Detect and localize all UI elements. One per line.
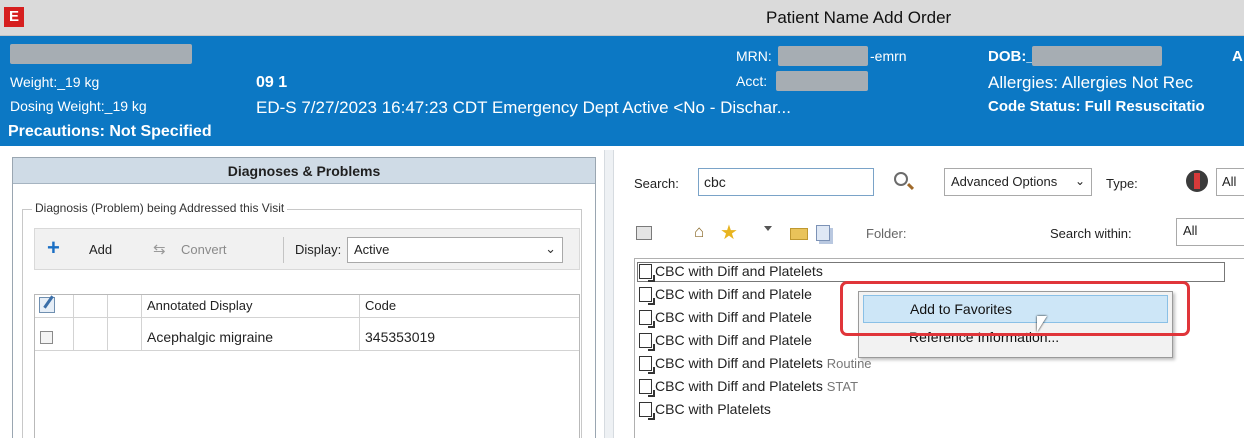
search-within-value: All: [1183, 223, 1198, 238]
order-sheet-icon: [639, 310, 655, 328]
mrn-label: MRN:: [736, 48, 772, 64]
result-name: CBC with Diff and Platelets: [655, 355, 823, 371]
grid-col-divider: [107, 295, 108, 350]
row-checkbox[interactable]: [40, 331, 53, 344]
result-priority: Routine: [826, 356, 872, 371]
result-priority: STAT: [826, 379, 859, 394]
search-within-select[interactable]: All: [1176, 218, 1244, 246]
app-icon: E: [4, 7, 24, 27]
grid-row-line: [35, 350, 579, 351]
dob-extra: A: [1232, 48, 1243, 65]
visit-info-text: ED-S 7/27/2023 16:47:23 CDT Emergency De…: [256, 98, 791, 117]
annotate-edit-icon[interactable]: [39, 297, 55, 313]
favorites-star-icon[interactable]: ★: [720, 220, 738, 245]
result-row[interactable]: CBC with Diff and Platelets STAT: [639, 378, 858, 398]
type-select-value: All: [1222, 174, 1237, 189]
redacted-dob: [1032, 46, 1162, 66]
redacted-mrn: [778, 46, 868, 66]
result-row[interactable]: CBC with Platelets: [639, 401, 771, 421]
order-sheet-icon: [639, 333, 655, 351]
advanced-options-select[interactable]: Advanced Options ⌄: [944, 168, 1092, 196]
diagnosis-code-cell[interactable]: 345353019: [365, 329, 435, 345]
type-label: Type:: [1106, 176, 1138, 191]
result-name: CBC with Diff and Platelets: [655, 263, 823, 279]
dob-label: DOB:_: [988, 48, 1035, 65]
display-select-value: Active: [354, 242, 390, 257]
order-sheet-icon: [639, 287, 655, 305]
allergies-text: Allergies: Allergies Not Rec: [988, 73, 1194, 92]
grid-col-divider: [141, 295, 142, 350]
precautions-text: Precautions: Not Specified: [8, 123, 212, 140]
order-sheet-icon: [639, 402, 655, 420]
title-bar: E Patient Name Add Order: [0, 0, 1244, 36]
grid-header-line: [35, 317, 579, 318]
result-name: CBC with Diff and Platele: [655, 332, 812, 348]
add-button[interactable]: Add: [89, 242, 112, 257]
diagnosis-grid: Annotated Display Code Acephalgic migrai…: [34, 294, 580, 438]
result-row[interactable]: CBC with Diff and Platele: [639, 286, 812, 306]
order-sheet-icon: [639, 356, 655, 374]
weight-text: Weight:_19 kg: [10, 74, 100, 90]
grid-col-divider: [359, 295, 360, 350]
result-row[interactable]: CBC with Diff and Platele: [639, 332, 812, 352]
mrn-suffix: -emrn: [870, 48, 907, 64]
mouse-cursor-icon: [1037, 316, 1047, 332]
convert-button[interactable]: Convert: [181, 242, 227, 257]
favorites-dropdown-icon[interactable]: [764, 226, 772, 231]
result-name: CBC with Platelets: [655, 401, 771, 417]
window-title: Patient Name Add Order: [766, 8, 952, 27]
redacted-acct: [776, 71, 868, 91]
navigate-up-icon[interactable]: [636, 226, 652, 240]
diagnosis-group-label: Diagnosis (Problem) being Addressed this…: [32, 201, 288, 215]
home-icon[interactable]: ⌂: [694, 222, 704, 242]
panel-splitter[interactable]: [604, 150, 614, 438]
toolbar-separator: [283, 237, 284, 263]
search-input-value: cbc: [704, 174, 726, 190]
chevron-down-icon: ⌄: [545, 241, 556, 256]
diagnosis-display-cell[interactable]: Acephalgic migraine: [147, 329, 273, 345]
acct-label: Acct:: [736, 73, 768, 89]
column-header-code[interactable]: Code: [365, 298, 396, 313]
age-text: 09 1: [256, 74, 288, 91]
result-name: CBC with Diff and Platele: [655, 286, 812, 302]
search-within-label: Search within:: [1050, 226, 1132, 241]
result-row[interactable]: CBC with Diff and Platele: [639, 309, 812, 329]
grid-col-divider: [73, 295, 74, 350]
order-sheet-icon: [639, 264, 655, 282]
copy-icon[interactable]: [816, 225, 830, 241]
result-name: CBC with Diff and Platelets: [655, 378, 823, 394]
order-type-icon: [1186, 170, 1208, 192]
patient-banner: Weight:_19 kg Dosing Weight:_19 kg Preca…: [0, 36, 1244, 146]
callout-highlight-box: [840, 281, 1190, 336]
order-sheet-icon: [639, 379, 655, 397]
display-select[interactable]: Active ⌄: [347, 237, 563, 263]
convert-arrows-icon: ⇆: [153, 241, 166, 258]
result-row[interactable]: CBC with Diff and Platelets Routine: [639, 355, 872, 375]
column-header-annotated-display[interactable]: Annotated Display: [147, 298, 253, 313]
redacted-patient-name: [10, 44, 192, 64]
display-label: Display:: [295, 242, 342, 257]
add-plus-icon[interactable]: +: [47, 235, 60, 261]
folder-icon[interactable]: [790, 228, 808, 240]
dosing-weight-text: Dosing Weight:_19 kg: [10, 98, 147, 114]
folder-label: Folder:: [866, 226, 907, 241]
search-icon[interactable]: [894, 172, 908, 186]
code-status-text: Code Status: Full Resuscitatio: [988, 98, 1205, 115]
diagnosis-toolbar: + Add ⇆ Convert Display: Active ⌄: [34, 228, 580, 270]
result-name: CBC with Diff and Platele: [655, 309, 812, 325]
type-select[interactable]: All: [1216, 168, 1244, 196]
order-search-input[interactable]: cbc: [698, 168, 874, 196]
diagnoses-panel-title: Diagnoses & Problems: [13, 158, 595, 184]
result-row[interactable]: CBC with Diff and Platelets: [639, 263, 823, 283]
chevron-down-icon: ⌄: [1074, 174, 1085, 188]
advanced-options-label: Advanced Options: [951, 174, 1058, 189]
search-label: Search:: [634, 176, 679, 191]
